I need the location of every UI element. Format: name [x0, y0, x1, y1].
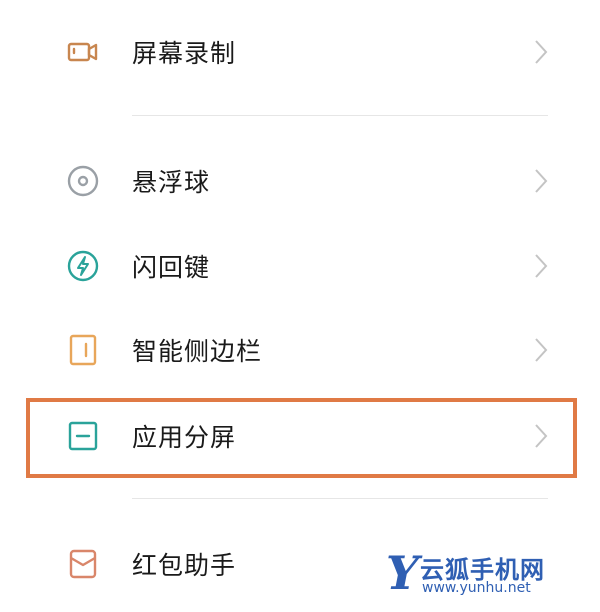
- settings-item-split-screen[interactable]: 应用分屏: [0, 396, 600, 476]
- settings-item-label: 悬浮球: [132, 168, 211, 197]
- section-divider: [132, 498, 548, 499]
- envelope-icon: [64, 545, 102, 583]
- settings-item-smart-sidebar[interactable]: 智能侧边栏: [0, 310, 600, 390]
- chevron-right-icon: [534, 253, 548, 279]
- settings-item-label: 屏幕录制: [132, 39, 237, 68]
- watermark-logo-letter: Y: [386, 546, 419, 600]
- settings-item-flashback-key[interactable]: 闪回键: [0, 226, 600, 306]
- split-screen-icon: [64, 417, 102, 455]
- sidebar-icon: [64, 331, 102, 369]
- section-divider: [132, 115, 548, 116]
- chevron-right-icon: [534, 168, 548, 194]
- site-watermark: Y 云狐手机网 www.yunhu.net: [386, 546, 582, 600]
- chevron-right-icon: [534, 423, 548, 449]
- floating-ball-icon: [64, 162, 102, 200]
- lightning-icon: [64, 247, 102, 285]
- chevron-right-icon: [534, 39, 548, 65]
- settings-item-screen-recording[interactable]: 屏幕录制: [0, 12, 600, 92]
- settings-item-floating-ball[interactable]: 悬浮球: [0, 141, 600, 221]
- settings-item-label: 闪回键: [132, 253, 211, 282]
- settings-item-label: 智能侧边栏: [132, 337, 263, 366]
- settings-item-label: 红包助手: [132, 551, 237, 580]
- chevron-right-icon: [534, 337, 548, 363]
- video-camera-icon: [64, 33, 102, 71]
- settings-item-label: 应用分屏: [132, 423, 237, 452]
- watermark-url: www.yunhu.net: [422, 580, 531, 596]
